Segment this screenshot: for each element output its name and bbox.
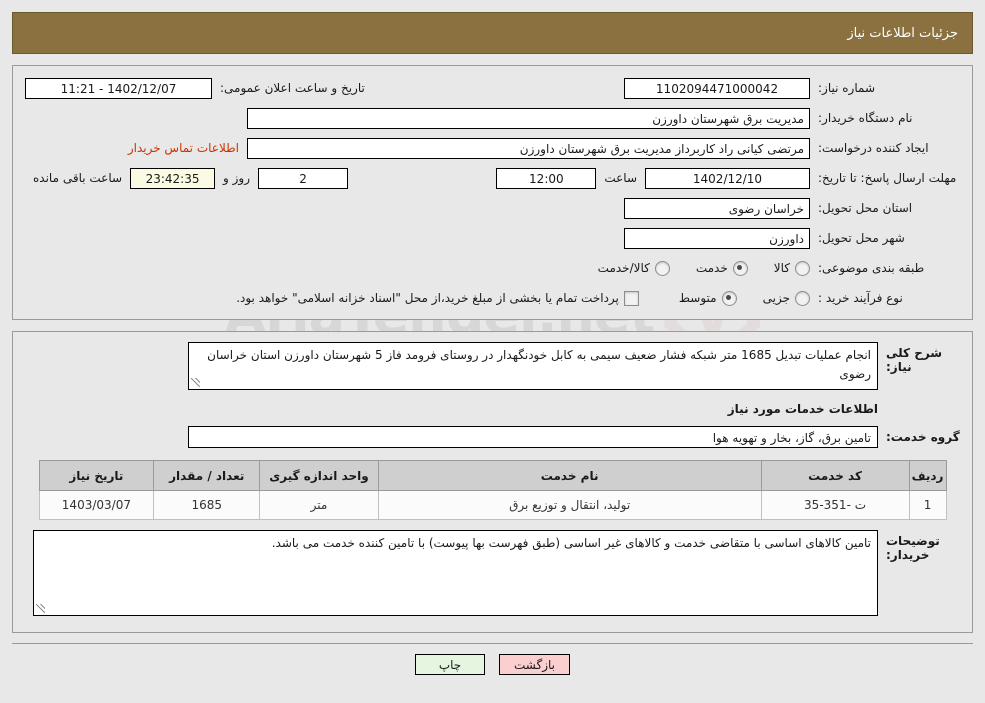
announce-value: 1402/12/07 - 11:21 [25, 77, 212, 99]
col-name: نام خدمت [377, 460, 762, 491]
cell-radif: 1 [908, 490, 947, 520]
radio-icon-selected[interactable] [721, 290, 737, 306]
radio-icon-selected[interactable] [732, 260, 748, 276]
category-label: طبقه بندی موضوعی: [818, 260, 925, 275]
category-option-label: کالا/خدمت [597, 261, 650, 275]
services-table: ردیف کد خدمت نام خدمت واحد اندازه گیری ت… [38, 460, 947, 520]
row-summary: شرح کلی نیاز: انجام عملیات تبدیل 1685 مت… [25, 342, 960, 390]
page-root: جزئیات اطلاعات نیاز شماره نیاز: 11020944… [0, 12, 985, 675]
process-label: نوع فرآیند خرید : [818, 290, 903, 305]
services-heading: اطلاعات خدمات مورد نیاز [727, 402, 878, 416]
process-radio-group: جزیی متوسط [653, 290, 810, 306]
summary-textarea[interactable]: انجام عملیات تبدیل 1685 متر شبکه فشار ضع… [188, 342, 878, 390]
category-option-label: خدمت [695, 261, 728, 275]
treasury-checkbox-label: پرداخت تمام یا بخشی از مبلغ خرید،از محل … [236, 291, 619, 305]
countdown-days-value: 2 [258, 167, 349, 189]
table-header-row: ردیف کد خدمت نام خدمت واحد اندازه گیری ت… [38, 460, 947, 491]
cell-unit: متر [259, 490, 379, 520]
cell-name: تولید، انتقال و توزیع برق [377, 490, 762, 520]
col-unit: واحد اندازه گیری [259, 460, 379, 491]
countdown-clock-value: 23:42:35 [130, 167, 216, 189]
row-buyer-org: نام دستگاه خریدار: مدیریت برق شهرستان دا… [25, 106, 960, 130]
service-group-label: گروه خدمت: [886, 430, 960, 444]
row-category: طبقه بندی موضوعی: کالا خدمت کالا/خدمت [25, 256, 960, 280]
process-option-motevaset[interactable]: متوسط [678, 290, 737, 306]
process-option-label: جزیی [762, 291, 790, 305]
need-number-value: 1102094471000042 [624, 77, 810, 99]
category-radio-group: کالا خدمت کالا/خدمت [572, 260, 810, 276]
row-city: شهر محل تحویل: داورزن [25, 226, 960, 250]
treasury-checkbox-item[interactable]: پرداخت تمام یا بخشی از مبلغ خرید،از محل … [236, 290, 639, 306]
province-label: استان محل تحویل: [818, 200, 913, 215]
creator-value: مرتضی کیانی راد کاربرداز مدیریت برق شهرس… [247, 137, 810, 159]
announce-label: تاریخ و ساعت اعلان عمومی: [220, 81, 365, 95]
buyer-contact-link[interactable]: اطلاعات تماس خریدار [120, 141, 247, 155]
buyer-notes-label: توضیحات خریدار: [886, 534, 940, 562]
cell-code: ت -351-35 [760, 490, 910, 520]
cell-qty: 1685 [153, 490, 261, 520]
col-radif: ردیف [908, 460, 947, 491]
cell-date: 1403/03/07 [38, 490, 155, 520]
category-option-kala[interactable]: کالا [773, 260, 810, 276]
row-deadline: مهلت ارسال پاسخ: تا تاریخ: 1402/12/10 سا… [25, 166, 960, 190]
page-title-bar: جزئیات اطلاعات نیاز [12, 12, 973, 54]
need-info-panel: شماره نیاز: 1102094471000042 تاریخ و ساع… [12, 65, 973, 320]
buyer-org-value: مدیریت برق شهرستان داورزن [247, 107, 810, 129]
table-row: 1 ت -351-35 تولید، انتقال و توزیع برق مت… [38, 490, 947, 520]
row-creator: ایجاد کننده درخواست: مرتضی کیانی راد کار… [25, 136, 960, 160]
services-table-wrap: ردیف کد خدمت نام خدمت واحد اندازه گیری ت… [25, 460, 960, 520]
province-value: خراسان رضوی [624, 197, 810, 219]
col-date: تاریخ نیاز [38, 460, 155, 491]
buyer-org-label: نام دستگاه خریدار: [818, 110, 913, 125]
deadline-date-value: 1402/12/10 [645, 167, 810, 189]
city-label: شهر محل تحویل: [818, 230, 905, 245]
col-code: کد خدمت [760, 460, 910, 491]
category-option-khedmat[interactable]: خدمت [695, 260, 748, 276]
print-button[interactable]: چاپ [415, 654, 485, 675]
city-value: داورزن [624, 227, 810, 249]
row-buyer-notes: توضیحات خریدار: تامین کالاهای اساسی با م… [25, 530, 960, 616]
process-option-jozee[interactable]: جزیی [762, 290, 810, 306]
summary-label: شرح کلی نیاز: [886, 346, 943, 374]
buyer-notes-textarea[interactable]: تامین کالاهای اساسی با متقاضی خدمت و کال… [33, 530, 878, 616]
deadline-hour-value: 12:00 [496, 167, 597, 189]
countdown-hours-label: ساعت باقی مانده [33, 171, 123, 185]
page-title: جزئیات اطلاعات نیاز [847, 25, 958, 41]
col-qty: تعداد / مقدار [153, 460, 261, 491]
back-button[interactable]: بازگشت [499, 654, 570, 675]
creator-label: ایجاد کننده درخواست: [818, 140, 929, 155]
service-details-panel: شرح کلی نیاز: انجام عملیات تبدیل 1685 مت… [12, 331, 973, 633]
row-province: استان محل تحویل: خراسان رضوی [25, 196, 960, 220]
row-process-type: نوع فرآیند خرید : جزیی متوسط پرداخت تمام… [25, 286, 960, 310]
radio-icon[interactable] [795, 260, 810, 276]
footer-actions: بازگشت چاپ [12, 643, 973, 675]
checkbox-icon[interactable] [623, 290, 639, 306]
need-number-label: شماره نیاز: [818, 80, 875, 95]
service-group-value: تامین برق، گاز، بخار و تهویه هوا [188, 426, 878, 448]
category-option-label: کالا [773, 261, 790, 275]
deadline-hour-label: ساعت [604, 171, 637, 185]
radio-icon[interactable] [654, 260, 670, 276]
row-need-number: شماره نیاز: 1102094471000042 تاریخ و ساع… [25, 76, 960, 100]
process-option-label: متوسط [678, 291, 717, 305]
row-service-group: گروه خدمت: تامین برق، گاز، بخار و تهویه … [25, 426, 960, 448]
category-option-kala-khedmat[interactable]: کالا/خدمت [597, 260, 670, 276]
radio-icon[interactable] [795, 290, 810, 306]
countdown-days-label: روز و [223, 171, 251, 185]
deadline-label: مهلت ارسال پاسخ: تا تاریخ: [818, 170, 957, 185]
